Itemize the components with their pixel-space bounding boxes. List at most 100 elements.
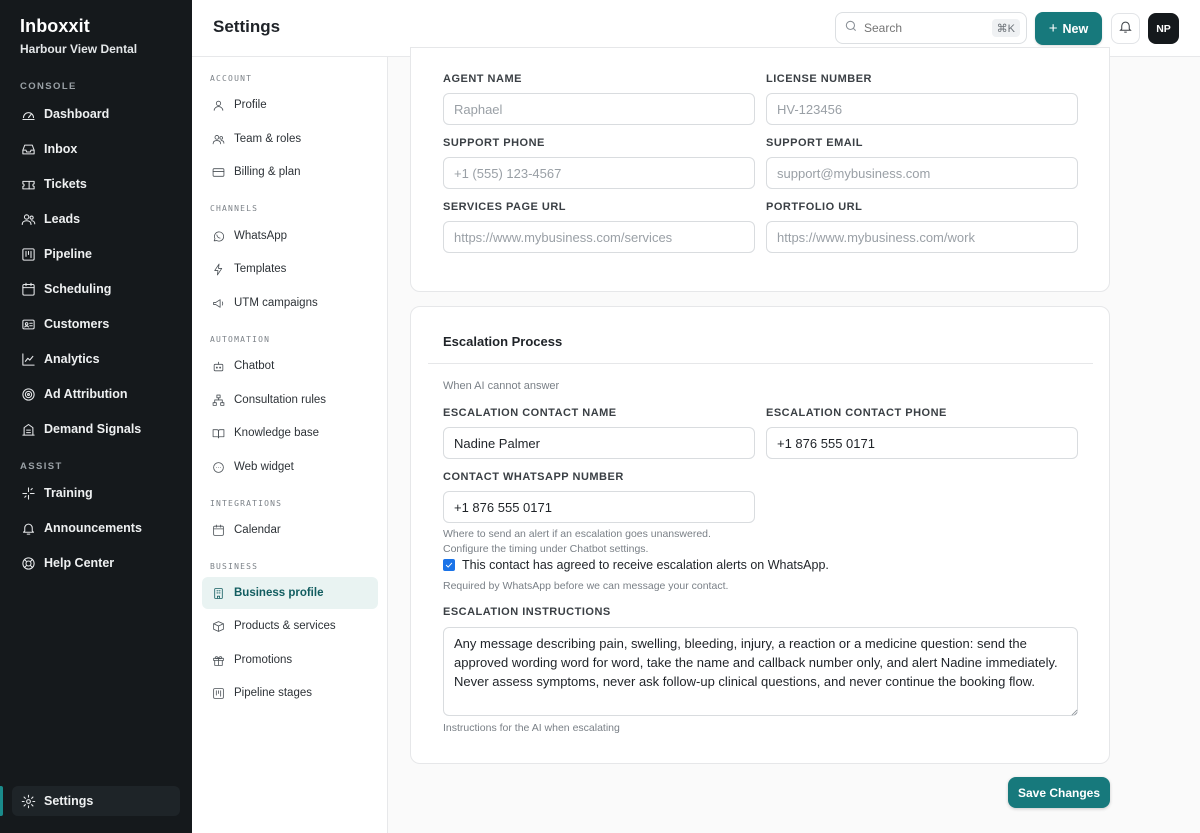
subnav-item-pipeline-stages[interactable]: Pipeline stages [202, 677, 378, 709]
subnav-item-products-services[interactable]: Products & services [202, 610, 378, 642]
new-button-label: New [1062, 21, 1089, 36]
instructions-label: ESCALATION INSTRUCTIONS [443, 606, 611, 618]
new-button[interactable]: + New [1035, 12, 1102, 45]
subnav-item-label: Business profile [234, 587, 324, 599]
sidebar-section-assist: ASSIST [20, 461, 63, 472]
book-icon [211, 426, 225, 440]
search-box[interactable]: ⌘K [835, 12, 1027, 44]
sidebar-item-settings[interactable]: Settings [12, 786, 180, 816]
avatar[interactable]: NP [1148, 13, 1179, 44]
support-phone-input[interactable] [443, 157, 755, 189]
building-icon [20, 421, 36, 437]
sidebar-item-label: Tickets [44, 177, 87, 191]
support-email-input[interactable] [766, 157, 1078, 189]
subnav-item-templates[interactable]: Templates [202, 253, 378, 285]
services-url-label: SERVICES PAGE URL [443, 201, 567, 213]
sidebar-item-pipeline[interactable]: Pipeline [12, 239, 180, 269]
agent-name-input[interactable] [443, 93, 755, 125]
services-url-input[interactable] [443, 221, 755, 253]
sidebar-item-tickets[interactable]: Tickets [12, 169, 180, 199]
subnav-section-automation: AUTOMATION [210, 335, 271, 344]
contact-name-label: ESCALATION CONTACT NAME [443, 407, 617, 419]
sidebar-item-help-center[interactable]: Help Center [12, 548, 180, 578]
chart-line-icon [20, 351, 36, 367]
sidebar-item-scheduling[interactable]: Scheduling [12, 274, 180, 304]
sidebar-item-ad-attribution[interactable]: Ad Attribution [12, 379, 180, 409]
sidebar-item-label: Announcements [44, 521, 142, 535]
subnav-item-team-roles[interactable]: Team & roles [202, 123, 378, 155]
support-email-label: SUPPORT EMAIL [766, 137, 863, 149]
subnav-item-label: Web widget [234, 461, 294, 473]
sidebar-item-label: Training [44, 486, 93, 500]
sidebar-item-inbox[interactable]: Inbox [12, 134, 180, 164]
subnav-item-label: Pipeline stages [234, 687, 312, 699]
sidebar-item-leads[interactable]: Leads [12, 204, 180, 234]
agent-name-label: AGENT NAME [443, 73, 522, 85]
sidebar-item-analytics[interactable]: Analytics [12, 344, 180, 374]
license-number-label: LICENSE NUMBER [766, 73, 873, 85]
subnav-item-promotions[interactable]: Promotions [202, 644, 378, 676]
chat-icon [211, 460, 225, 474]
box-icon [211, 619, 225, 633]
contact-phone-input[interactable] [766, 427, 1078, 459]
sidebar-item-label: Demand Signals [44, 422, 142, 436]
subnav-item-knowledge-base[interactable]: Knowledge base [202, 417, 378, 449]
building-icon [211, 586, 225, 600]
business-info-card: AGENT NAME LICENSE NUMBER SUPPORT PHONE … [410, 47, 1110, 292]
subnav-section-channels: CHANNELS [210, 204, 259, 213]
contact-name-input[interactable] [443, 427, 755, 459]
subnav-item-label: Promotions [234, 654, 293, 666]
subnav-item-utm[interactable]: UTM campaigns [202, 287, 378, 319]
page-title: Settings [213, 17, 281, 36]
whatsapp-number-input[interactable] [443, 491, 755, 523]
subnav-item-label: Templates [234, 263, 287, 275]
sidebar-item-label: Dashboard [44, 107, 110, 121]
subnav-item-profile[interactable]: Profile [202, 89, 378, 121]
id-card-icon [20, 316, 36, 332]
subnav-item-label: Team & roles [234, 133, 302, 145]
sidebar-item-training[interactable]: Training [12, 478, 180, 508]
subnav-item-whatsapp[interactable]: WhatsApp [202, 220, 378, 252]
bot-icon [211, 359, 225, 373]
license-number-input[interactable] [766, 93, 1078, 125]
whatsapp-hint: Where to send an alert if an escalation … [443, 527, 711, 557]
subnav-item-chatbot[interactable]: Chatbot [202, 350, 378, 382]
subnav-item-calendar[interactable]: Calendar [202, 514, 378, 546]
bell-icon [20, 520, 36, 536]
sidebar-item-label: Help Center [44, 556, 115, 570]
sidebar-item-customers[interactable]: Customers [12, 309, 180, 339]
sidebar-item-label: Settings [44, 794, 94, 808]
sidebar-item-announcements[interactable]: Announcements [12, 513, 180, 543]
search-input[interactable] [864, 21, 984, 35]
resize-handle-icon[interactable] [1071, 709, 1078, 716]
bolt-icon [211, 262, 225, 276]
brand: Inboxxit Harbour View Dental [20, 16, 137, 56]
divider [428, 363, 1093, 364]
subnav-item-business-profile[interactable]: Business profile [202, 577, 378, 609]
app-sidebar: Inboxxit Harbour View Dental CONSOLE Das… [0, 0, 192, 833]
sidebar-item-demand-signals[interactable]: Demand Signals [12, 414, 180, 444]
subnav-item-consultation-rules[interactable]: Consultation rules [202, 384, 378, 416]
subnav-item-web-widget[interactable]: Web widget [202, 451, 378, 483]
sidebar-item-label: Analytics [44, 352, 100, 366]
instructions-textarea[interactable]: Any message describing pain, swelling, b… [443, 627, 1078, 716]
escalation-card: Escalation Process When AI cannot answer… [410, 306, 1110, 764]
subnav-item-label: Calendar [234, 524, 281, 536]
kanban-icon [211, 686, 225, 700]
subnav-item-billing[interactable]: Billing & plan [202, 156, 378, 188]
sidebar-item-label: Ad Attribution [44, 387, 128, 401]
lifebuoy-icon [20, 555, 36, 571]
notifications-button[interactable] [1111, 13, 1140, 44]
portfolio-url-input[interactable] [766, 221, 1078, 253]
users-icon [20, 211, 36, 227]
workspace-name[interactable]: Harbour View Dental [20, 42, 137, 56]
consent-checkbox[interactable] [443, 559, 455, 571]
subnav-section-account: ACCOUNT [210, 74, 253, 83]
save-changes-button[interactable]: Save Changes [1008, 777, 1110, 808]
sidebar-item-label: Pipeline [44, 247, 92, 261]
calendar-icon [20, 281, 36, 297]
user-icon [211, 98, 225, 112]
sidebar-item-dashboard[interactable]: Dashboard [12, 99, 180, 129]
app-name: Inboxxit [20, 16, 90, 36]
consent-checkbox-row[interactable]: This contact has agreed to receive escal… [443, 558, 829, 572]
